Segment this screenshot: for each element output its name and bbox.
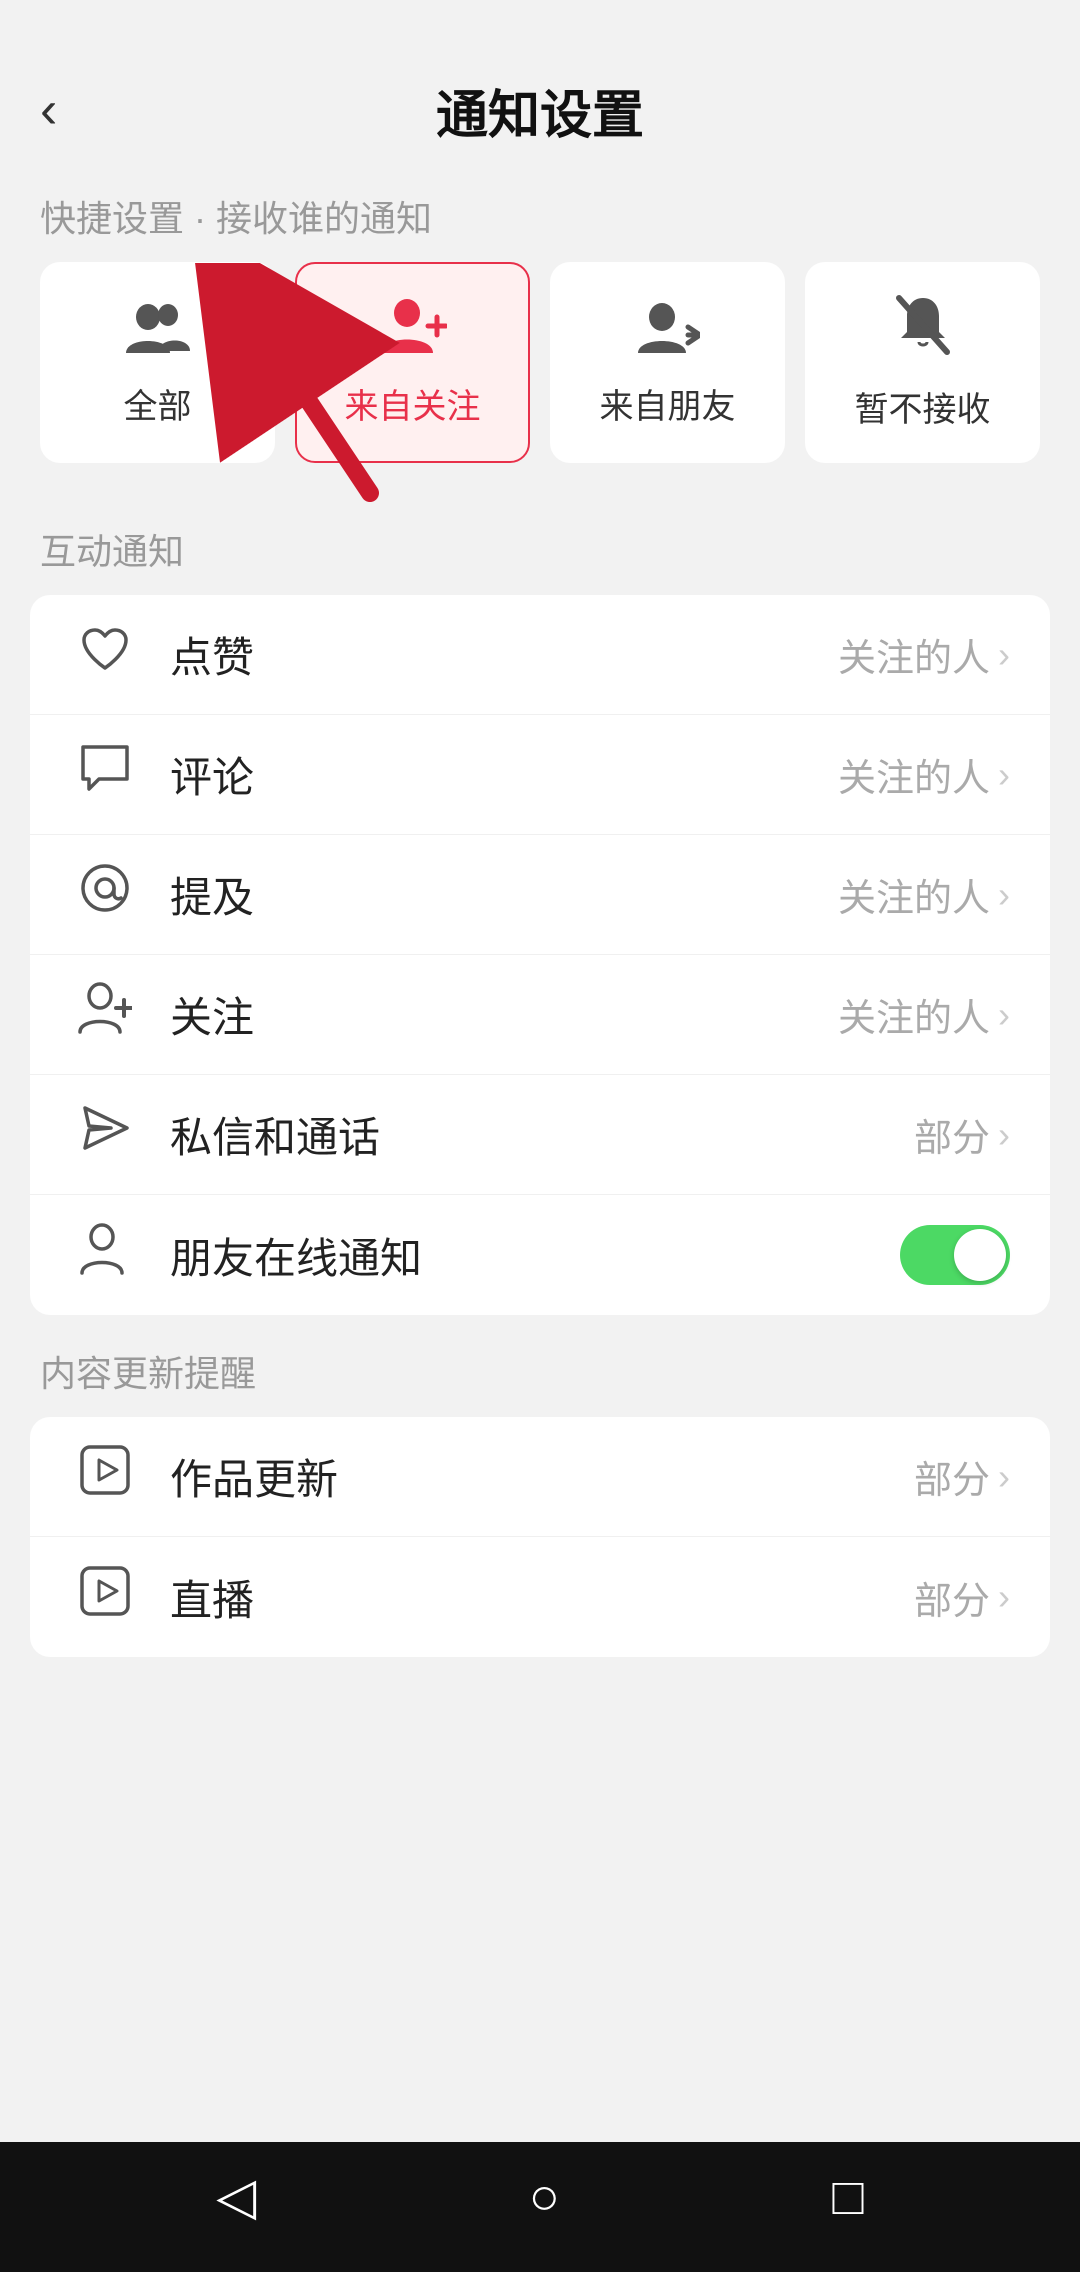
like-value: 关注的人 › [838,627,1010,682]
nav-back-icon: ◁ [216,2167,256,2227]
online-label: 朋友在线通知 [170,1225,900,1286]
follow-value: 关注的人 › [838,987,1010,1042]
follow-item[interactable]: 关注 关注的人 › [30,955,1050,1075]
comment-chevron: › [998,754,1010,796]
comment-value: 关注的人 › [838,747,1010,802]
online-toggle-wrapper [900,1225,1010,1285]
page-title: 通知设置 [436,73,644,148]
quick-item-none-label: 暂不接收 [855,382,991,431]
message-chevron: › [998,1114,1010,1156]
works-chevron: › [998,1456,1010,1498]
heart-icon [70,625,140,685]
live-play-icon [70,1565,140,1630]
like-item[interactable]: 点赞 关注的人 › [30,595,1050,715]
mention-label: 提及 [170,864,838,925]
comment-item[interactable]: 评论 关注的人 › [30,715,1050,835]
quick-settings-label: 快捷设置 · 接收谁的通知 [0,160,1080,262]
interaction-card: 点赞 关注的人 › 评论 关注的人 › [30,595,1050,1315]
message-label: 私信和通话 [170,1104,914,1165]
follow-icon [70,982,140,1047]
bell-off-icon [895,294,951,370]
live-value: 部分 › [914,1570,1010,1625]
sections-wrapper: ‹ 通知设置 快捷设置 · 接收谁的通知 全部 [0,0,1080,1697]
send-icon [70,1102,140,1167]
person-online-icon [70,1223,140,1288]
mention-value: 关注的人 › [838,867,1010,922]
works-value: 部分 › [914,1449,1010,1504]
follow-chevron: › [998,994,1010,1036]
follow-label: 关注 [170,984,838,1045]
live-item[interactable]: 直播 部分 › [30,1537,1050,1657]
nav-recent-button[interactable]: □ [832,2167,863,2227]
nav-home-button[interactable]: ○ [529,2167,560,2227]
quick-item-all-label: 全部 [124,379,192,428]
nav-home-icon: ○ [529,2167,560,2227]
message-item[interactable]: 私信和通话 部分 › [30,1075,1050,1195]
person-add-icon-active [379,297,447,367]
comment-label: 评论 [170,744,838,805]
online-toggle[interactable] [900,1225,1010,1285]
mention-chevron: › [998,874,1010,916]
quick-item-following[interactable]: 来自关注 [295,262,530,463]
person-arrow-icon [636,298,700,367]
message-value: 部分 › [914,1107,1010,1162]
content-section-label: 内容更新提醒 [0,1315,1080,1417]
quick-item-friends[interactable]: 来自朋友 [550,262,785,463]
quick-settings-row: 全部 来自关注 [0,262,1080,493]
like-label: 点赞 [170,624,838,685]
mention-item[interactable]: 提及 关注的人 › [30,835,1050,955]
online-item[interactable]: 朋友在线通知 [30,1195,1050,1315]
people-icon [126,298,190,367]
works-item[interactable]: 作品更新 部分 › [30,1417,1050,1537]
quick-item-friends-label: 来自朋友 [600,379,736,428]
status-bar [0,0,1080,60]
content-scroll: ‹ 通知设置 快捷设置 · 接收谁的通知 全部 [0,0,1080,2142]
interaction-section-label: 互动通知 [0,493,1080,595]
quick-item-all[interactable]: 全部 [40,262,275,463]
bottom-nav: ◁ ○ □ [0,2142,1080,2272]
header: ‹ 通知设置 [0,60,1080,160]
bubble-icon [70,743,140,806]
nav-recent-icon: □ [832,2167,863,2227]
content-card: 作品更新 部分 › 直播 部分 › [30,1417,1050,1657]
live-chevron: › [998,1576,1010,1618]
back-button[interactable]: ‹ [40,84,57,136]
nav-back-button[interactable]: ◁ [216,2167,256,2227]
works-play-icon [70,1444,140,1509]
like-chevron: › [998,634,1010,676]
quick-item-following-label: 来自关注 [345,379,481,428]
quick-item-none[interactable]: 暂不接收 [805,262,1040,463]
works-label: 作品更新 [170,1446,914,1507]
live-label: 直播 [170,1567,914,1628]
at-icon [70,862,140,927]
